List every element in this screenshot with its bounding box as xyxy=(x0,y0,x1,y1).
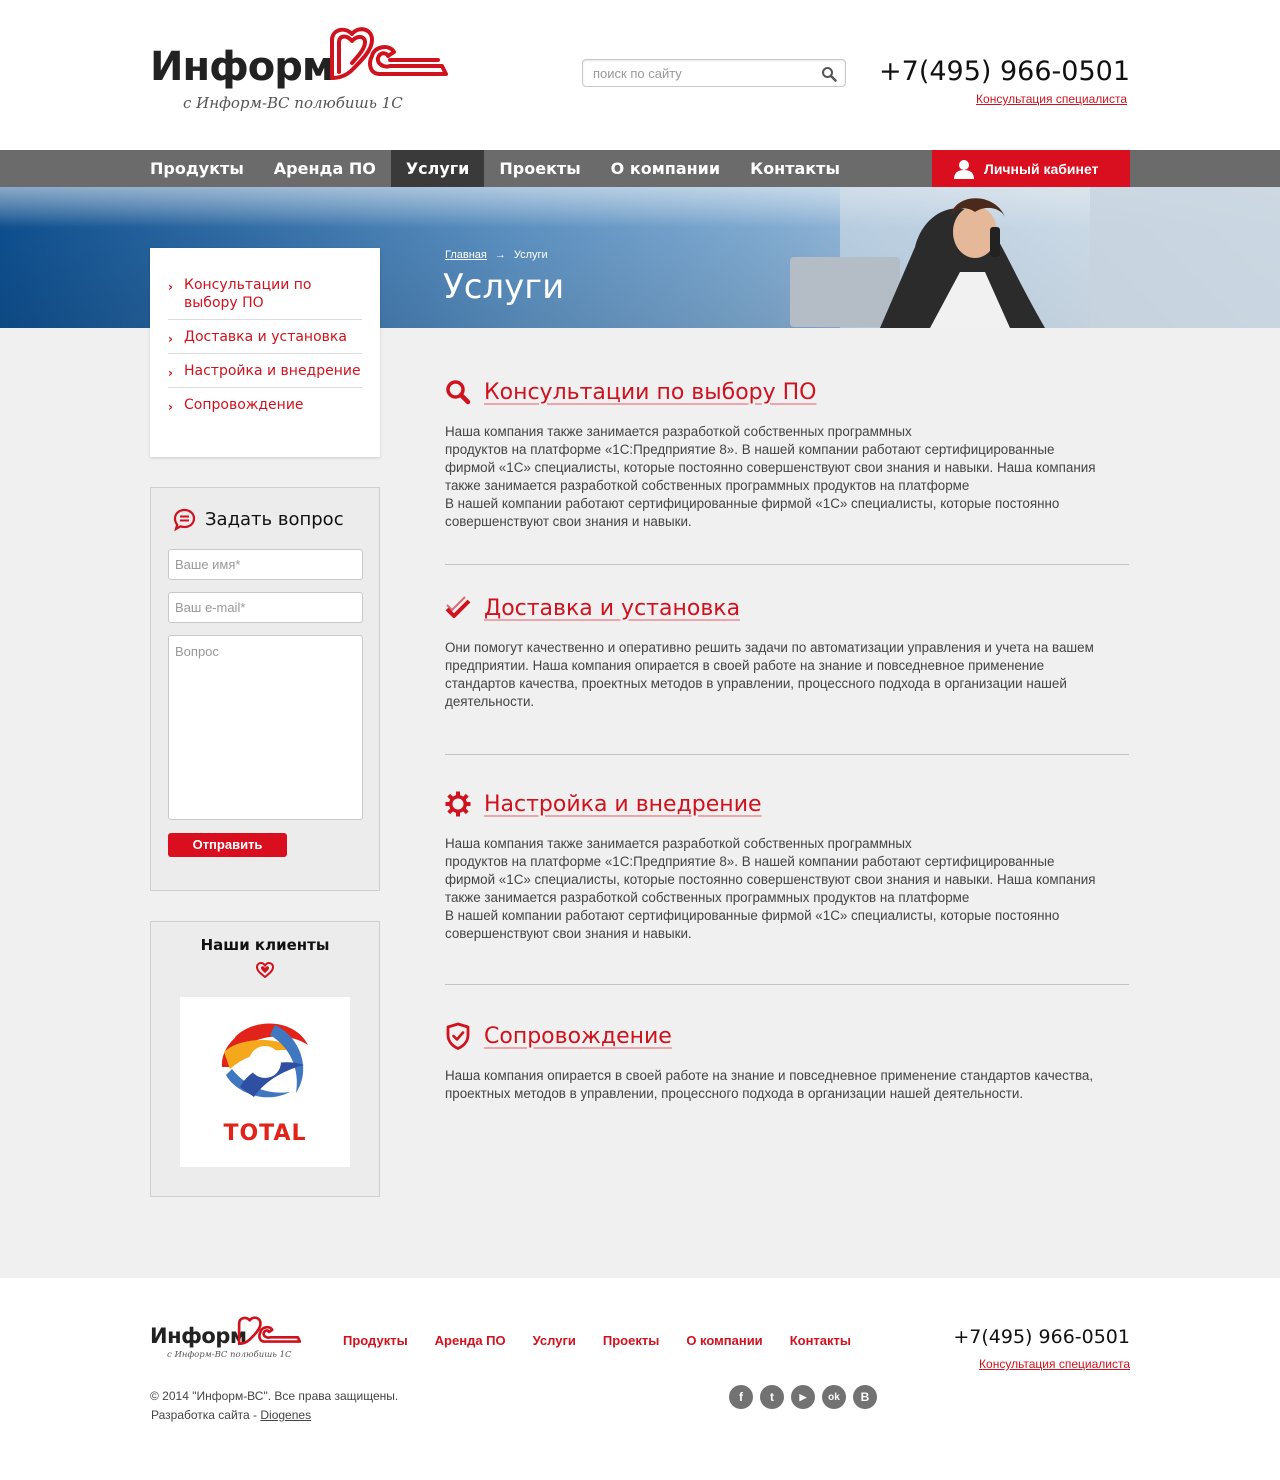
section-divider xyxy=(445,984,1129,985)
chat-bubble-icon xyxy=(173,508,196,531)
developer-prefix: Разработка сайта - xyxy=(151,1408,261,1422)
service-description: Они помогут качественно и оперативно реш… xyxy=(445,640,1094,709)
send-button[interactable]: Отправить xyxy=(168,833,287,857)
user-icon xyxy=(954,159,974,179)
client-logo-total[interactable]: TOTAL xyxy=(180,997,350,1167)
footer: Информ с Информ-ВС полюбишь 1С Продукты … xyxy=(0,1278,1280,1480)
client-logo-text: TOTAL xyxy=(223,1121,307,1146)
section-divider xyxy=(445,564,1129,565)
nav-item-services[interactable]: Услуги xyxy=(390,150,485,187)
breadcrumb-arrow-icon: → xyxy=(494,249,506,261)
clients-box: Наши клиенты TOTAL xyxy=(150,921,380,1197)
sidebar-item-support[interactable]: › Сопровождение xyxy=(168,392,362,421)
odnoklassniki-icon[interactable]: ok xyxy=(822,1385,846,1409)
check-icon xyxy=(445,595,471,621)
footer-phone: +7(495) 966-0501 xyxy=(953,1326,1130,1348)
gear-icon xyxy=(445,791,471,817)
nav-item-contacts[interactable]: Контакты xyxy=(735,150,855,187)
footer-nav: Продукты Аренда ПО Услуги Проекты О комп… xyxy=(343,1333,878,1348)
email-field[interactable] xyxy=(168,592,363,623)
service-block: Доставка и установка Они помогут качеств… xyxy=(445,593,1129,711)
footer-nav-contacts[interactable]: Контакты xyxy=(790,1333,851,1348)
footer-nav-projects[interactable]: Проекты xyxy=(603,1333,659,1348)
personal-cabinet-label: Личный кабинет xyxy=(984,160,1099,177)
ask-question-heading: Задать вопрос xyxy=(173,508,344,531)
shield-icon xyxy=(445,1022,471,1050)
sidebar-item-label: Доставка и установка xyxy=(184,329,347,345)
sidebar-menu: › Консультации по выбору ПО › Доставка и… xyxy=(150,248,380,457)
name-field[interactable] xyxy=(168,549,363,580)
header-phone: +7(495) 966-0501 xyxy=(879,56,1130,87)
ask-question-title: Задать вопрос xyxy=(205,509,344,530)
personal-cabinet-button[interactable]: Личный кабинет xyxy=(932,150,1130,187)
search-icon xyxy=(445,379,471,405)
vkontakte-icon[interactable]: B xyxy=(853,1385,877,1409)
page-title: Услуги xyxy=(443,267,565,307)
sidebar-item-label: Настройка и внедрение xyxy=(184,363,361,379)
footer-logo[interactable]: Информ с Информ-ВС полюбишь 1С xyxy=(150,1316,310,1366)
total-logo-mark xyxy=(220,1018,310,1106)
service-block: Настройка и внедрение Наша компания такж… xyxy=(445,789,1129,943)
logo-text: Информ xyxy=(150,44,335,90)
ask-question-form: Задать вопрос Отправить xyxy=(150,487,380,891)
footer-nav-rent[interactable]: Аренда ПО xyxy=(435,1333,506,1348)
sidebar-item-label: Консультации по выбору ПО xyxy=(184,277,312,311)
facebook-icon[interactable]: f xyxy=(729,1385,753,1409)
footer-nav-products[interactable]: Продукты xyxy=(343,1333,408,1348)
section-divider xyxy=(445,754,1129,755)
question-field[interactable] xyxy=(168,635,363,820)
nav-item-projects[interactable]: Проекты xyxy=(484,150,595,187)
service-description: Наша компания опирается в своей работе н… xyxy=(445,1068,1094,1101)
developer-link[interactable]: Diogenes xyxy=(260,1408,311,1422)
chevron-right-icon: › xyxy=(168,280,173,294)
service-description: Наша компания также занимается разработк… xyxy=(445,424,1096,529)
sidebar-item-consulting[interactable]: › Консультации по выбору ПО xyxy=(168,272,362,320)
footer-slogan: с Информ-ВС полюбишь 1С xyxy=(167,1350,292,1360)
chevron-right-icon: › xyxy=(168,332,173,346)
nav-item-rent[interactable]: Аренда ПО xyxy=(259,150,391,187)
logo[interactable]: Информ с Информ-ВС полюбишь 1С xyxy=(150,26,450,121)
nav-item-about[interactable]: О компании xyxy=(596,150,735,187)
header: Информ с Информ-ВС полюбишь 1С +7(495) 9… xyxy=(0,0,1280,150)
search-box xyxy=(582,59,846,87)
chevron-right-icon: › xyxy=(168,400,173,414)
search-icon[interactable] xyxy=(821,66,837,82)
service-title-link[interactable]: Сопровождение xyxy=(484,1024,672,1049)
footer-logo-heart-mark-icon xyxy=(237,1316,301,1346)
social-links: f t ▶ ok B xyxy=(729,1385,884,1409)
sidebar-item-label: Сопровождение xyxy=(184,397,304,413)
nav-item-products[interactable]: Продукты xyxy=(150,150,259,187)
footer-consult-link[interactable]: Консультация специалиста xyxy=(979,1357,1130,1371)
heart-icon xyxy=(256,962,274,978)
breadcrumb: Главная → Услуги xyxy=(445,249,548,261)
service-title-link[interactable]: Настройка и внедрение xyxy=(484,792,762,817)
breadcrumb-home-link[interactable]: Главная xyxy=(445,249,487,261)
clients-title: Наши клиенты xyxy=(200,936,330,954)
service-block: Консультации по выбору ПО Наша компания … xyxy=(445,377,1129,531)
consult-link[interactable]: Консультация специалиста xyxy=(976,92,1127,106)
chevron-right-icon: › xyxy=(168,366,173,380)
footer-nav-about[interactable]: О компании xyxy=(686,1333,762,1348)
service-title-link[interactable]: Консультации по выбору ПО xyxy=(484,380,817,405)
developer-credit: Разработка сайта - Diogenes xyxy=(151,1408,311,1422)
footer-logo-text: Информ xyxy=(150,1324,247,1348)
twitter-icon[interactable]: t xyxy=(760,1385,784,1409)
footer-nav-services[interactable]: Услуги xyxy=(533,1333,576,1348)
main-nav: Продукты Аренда ПО Услуги Проекты О комп… xyxy=(0,150,1280,187)
breadcrumb-current: Услуги xyxy=(513,249,548,261)
youtube-icon[interactable]: ▶ xyxy=(791,1385,815,1409)
search-input[interactable] xyxy=(593,60,813,86)
logo-heart-mark-icon xyxy=(330,27,448,80)
service-title-link[interactable]: Доставка и установка xyxy=(484,596,740,621)
service-block: Сопровождение Наша компания опирается в … xyxy=(445,1021,1129,1103)
sidebar-item-setup[interactable]: › Настройка и внедрение xyxy=(168,358,362,388)
copyright: © 2014 "Информ-ВС". Все права защищены. xyxy=(150,1389,399,1403)
sidebar-item-delivery[interactable]: › Доставка и установка xyxy=(168,324,362,354)
logo-slogan: с Информ-ВС полюбишь 1С xyxy=(183,94,403,112)
service-description: Наша компания также занимается разработк… xyxy=(445,836,1096,941)
